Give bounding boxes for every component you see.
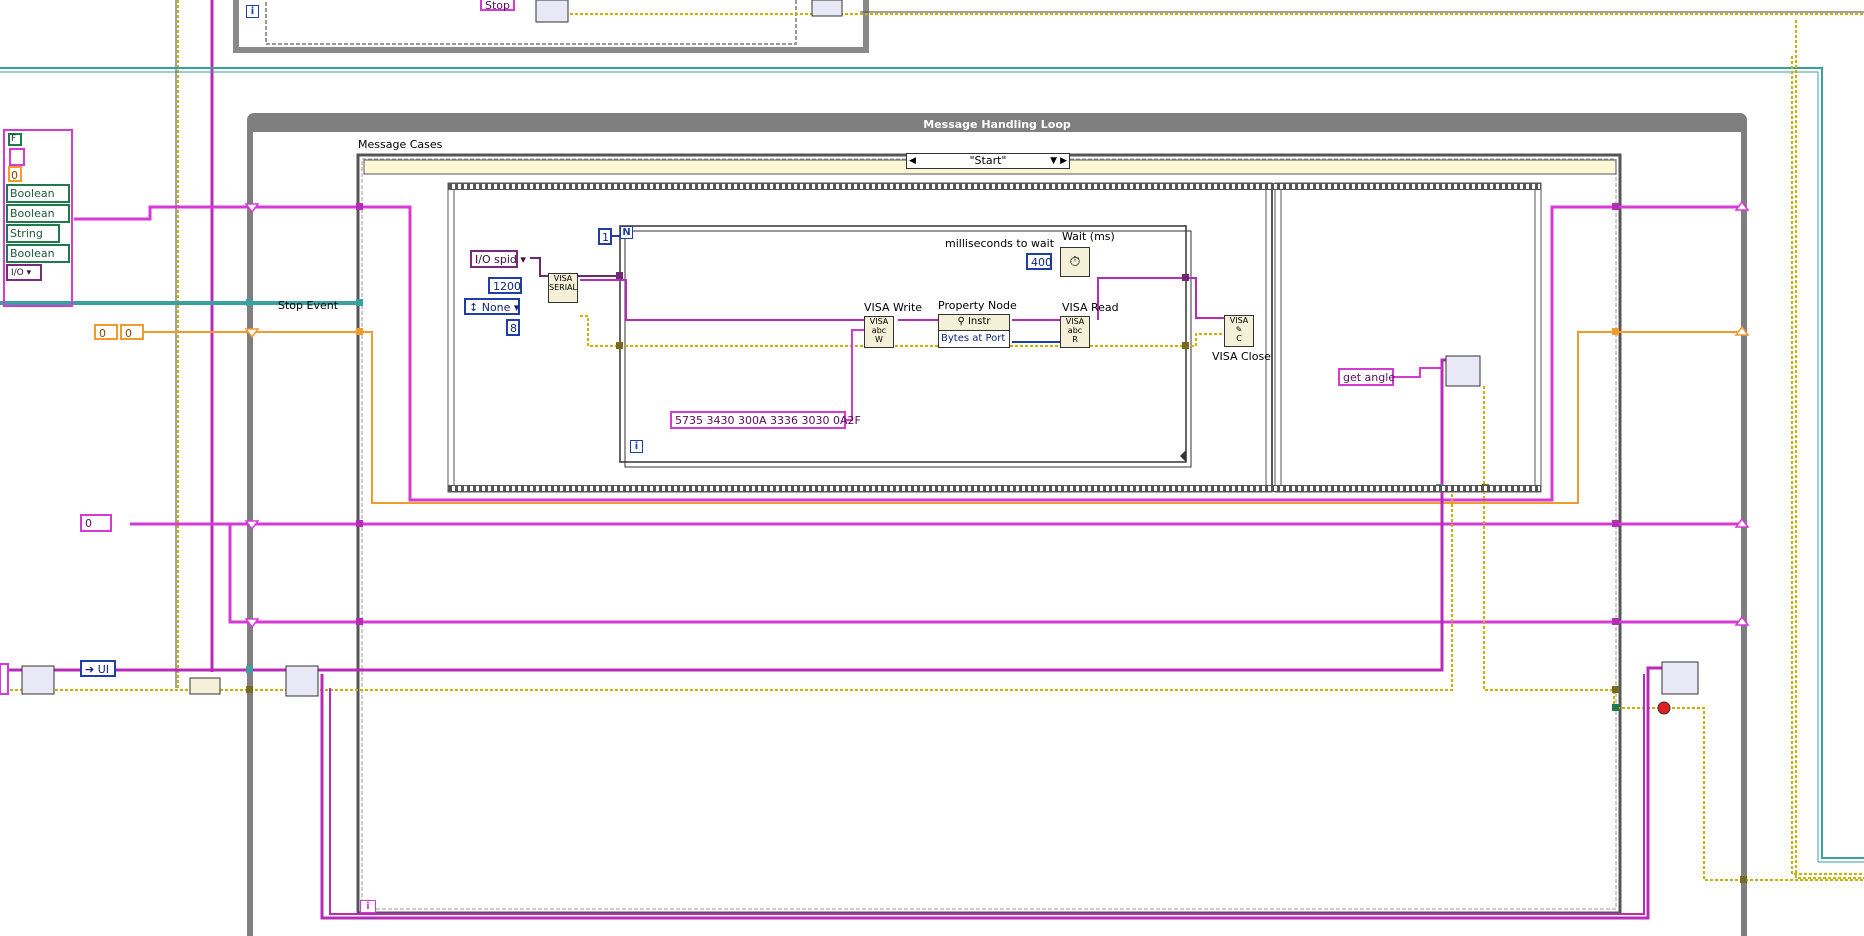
message-cases-label: Message Cases: [358, 138, 443, 151]
visa-close-label: VISA Close: [1212, 350, 1271, 363]
message-handling-loop-title: Message Handling Loop: [250, 118, 1744, 132]
property-name[interactable]: Bytes at Port: [939, 331, 1009, 347]
numeric-constant-left-b[interactable]: 0: [120, 324, 144, 340]
visa-write-node[interactable]: VISA abc W: [864, 316, 894, 348]
sequence-frame-top-strip: [448, 183, 1541, 190]
wait-value-constant[interactable]: 400: [1026, 253, 1052, 270]
io-icon: I/O: [11, 268, 24, 278]
visa-read-label: VISA Read: [1062, 301, 1119, 314]
wait-ms-node[interactable]: ⏱: [1060, 247, 1090, 277]
stop-event-label: Stop Event: [278, 299, 339, 312]
milliseconds-to-wait-label: milliseconds to wait: [945, 237, 1055, 250]
property-class-row: ⚲ Instr: [939, 315, 1009, 331]
ui-label: UI: [97, 663, 110, 676]
case-dropdown-icon[interactable]: ▼: [1050, 154, 1057, 168]
visa-configure-serial-node[interactable]: VISA SERIAL: [548, 273, 578, 303]
next-case-arrow-icon[interactable]: ▶: [1060, 154, 1067, 168]
cluster-boolean-bit[interactable]: [9, 148, 25, 166]
baud-rate-constant[interactable]: 1200: [488, 277, 522, 294]
parity-enum-constant[interactable]: ↕ None ▾: [464, 298, 520, 315]
property-class: Instr: [967, 316, 991, 327]
message-loop-iteration-terminal: i: [360, 900, 376, 913]
cluster-item-3[interactable]: String: [6, 224, 60, 243]
case-selector[interactable]: ◀ "Start" ▼ ▶: [906, 153, 1070, 169]
key-icon: ⚲: [957, 316, 965, 327]
io-resource-icon: I/O: [475, 253, 491, 266]
sequence-frame-bottom-strip: [448, 485, 1541, 492]
cluster-item-2[interactable]: Boolean: [6, 204, 70, 223]
cluster-enum-refnum[interactable]: I/O ▾: [6, 264, 42, 281]
visa-write-label: VISA Write: [864, 301, 923, 314]
write-buffer-constant[interactable]: 5735 3430 300A 3336 3030 0A2F: [670, 411, 861, 429]
top-loop-iteration-terminal: i: [246, 5, 259, 18]
cluster-numeric[interactable]: 0: [8, 166, 22, 182]
parity-value: None: [481, 301, 511, 314]
cluster-item-1[interactable]: Boolean: [6, 184, 70, 203]
block-diagram-canvas: [0, 0, 1864, 936]
property-node[interactable]: ⚲ Instr Bytes at Port: [938, 314, 1010, 348]
visa-resource-constant[interactable]: I/O spid ▾: [470, 250, 526, 268]
visa-resource-name: spid: [494, 253, 517, 266]
visa-read-node[interactable]: VISA abc R: [1060, 316, 1090, 348]
previous-case-arrow-icon[interactable]: ◀: [909, 154, 916, 168]
count-terminal: N: [620, 226, 633, 239]
clock-icon: ⏱: [1069, 254, 1081, 270]
property-node-label: Property Node: [938, 299, 1017, 312]
numeric-constant-left-a[interactable]: 0: [94, 324, 118, 340]
case-selector-value: "Start": [969, 154, 1007, 167]
data-bits-constant[interactable]: 8: [506, 319, 520, 336]
visa-close-node[interactable]: VISA ✎ C: [1224, 315, 1254, 347]
wait-ms-label: Wait (ms): [1062, 230, 1115, 243]
stop-constant[interactable]: Stop: [480, 0, 516, 12]
cluster-header: F: [8, 133, 22, 146]
ui-queue-constant[interactable]: ➔ UI: [80, 660, 116, 677]
cluster-item-4[interactable]: Boolean: [6, 244, 70, 263]
loop-count-constant[interactable]: 1: [598, 228, 612, 245]
for-loop-iteration-terminal: i: [630, 440, 643, 453]
get-angle-constant[interactable]: get angle: [1338, 368, 1395, 386]
numeric-constant-pink[interactable]: 0: [80, 514, 112, 532]
